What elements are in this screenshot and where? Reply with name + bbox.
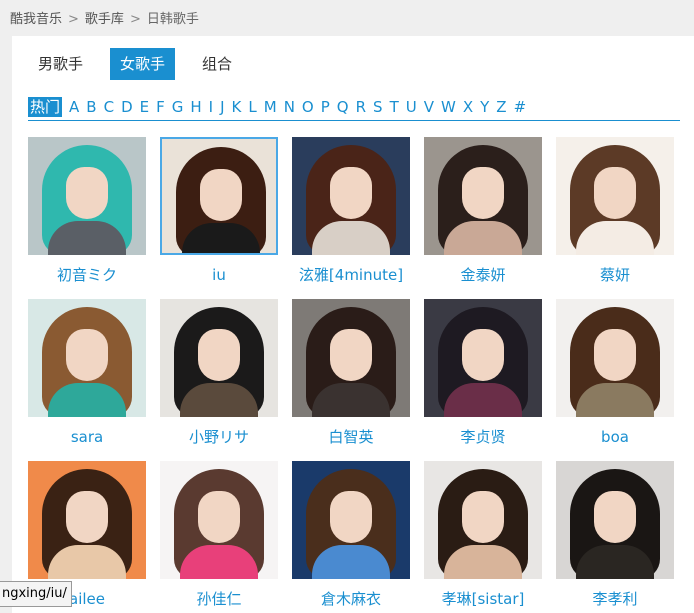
artist-card: 孝琳[sistar] bbox=[424, 461, 542, 609]
breadcrumb-link-home[interactable]: 酷我音乐 bbox=[10, 12, 62, 27]
artist-card: 蔡妍 bbox=[556, 137, 674, 285]
artist-card: 孙佳仁 bbox=[160, 461, 278, 609]
artist-photo[interactable] bbox=[292, 299, 410, 417]
alpha-filter-i[interactable]: I bbox=[209, 97, 213, 117]
artist-card: boa bbox=[556, 299, 674, 447]
alpha-filter-d[interactable]: D bbox=[121, 97, 133, 117]
alpha-filter-h[interactable]: H bbox=[190, 97, 201, 117]
artist-card: 李贞贤 bbox=[424, 299, 542, 447]
artist-photo[interactable] bbox=[160, 299, 278, 417]
artist-photo[interactable] bbox=[556, 461, 674, 579]
alphabet-filter: 热门 A B C D E F G H I J K L M N O P Q R S T U V W X Y Z # bbox=[28, 94, 680, 121]
alpha-filter-t[interactable]: T bbox=[390, 97, 399, 117]
alpha-filter-k[interactable]: K bbox=[232, 97, 242, 117]
artist-card: 初音ミク bbox=[28, 137, 146, 285]
artist-photo[interactable] bbox=[28, 461, 146, 579]
alpha-filter-r[interactable]: R bbox=[356, 97, 366, 117]
alpha-filter-y[interactable]: Y bbox=[480, 97, 489, 117]
alpha-filter-c[interactable]: C bbox=[104, 97, 114, 117]
artist-name-link[interactable]: 孙佳仁 bbox=[160, 589, 278, 609]
artist-name-link[interactable]: 蔡妍 bbox=[556, 265, 674, 285]
tab-female[interactable]: 女歌手 bbox=[110, 48, 176, 80]
face-shape bbox=[66, 491, 108, 543]
breadcrumb-separator: > bbox=[68, 12, 79, 27]
face-shape bbox=[594, 167, 636, 219]
artist-name-link[interactable]: 李孝利 bbox=[556, 589, 674, 609]
alpha-filter-f[interactable]: F bbox=[156, 97, 165, 117]
singer-panel: 男歌手 女歌手 组合 热门 A B C D E F G H I J K L M N O P Q R S T U V W X Y Z #… bbox=[12, 36, 694, 613]
artist-name-link[interactable]: 白智英 bbox=[292, 427, 410, 447]
alpha-filter-g[interactable]: G bbox=[172, 97, 184, 117]
face-shape bbox=[330, 491, 372, 543]
alpha-filter-m[interactable]: M bbox=[264, 97, 277, 117]
artist-name-link[interactable]: 金泰妍 bbox=[424, 265, 542, 285]
breadcrumb-separator: > bbox=[129, 12, 141, 27]
artist-name-link[interactable]: 孝琳[sistar] bbox=[424, 589, 542, 609]
artist-photo[interactable] bbox=[556, 137, 674, 255]
artist-name-link[interactable]: 李贞贤 bbox=[424, 427, 542, 447]
alpha-filter-b[interactable]: B bbox=[86, 97, 96, 117]
alpha-filter-e[interactable]: E bbox=[140, 97, 149, 117]
alpha-filter-l[interactable]: L bbox=[248, 97, 256, 117]
alpha-filter-x[interactable]: X bbox=[463, 97, 473, 117]
alpha-filter-p[interactable]: P bbox=[321, 97, 330, 117]
breadcrumb: 酷我音乐 > 歌手库 > 日韩歌手 bbox=[10, 8, 199, 27]
artist-name-link[interactable]: iu bbox=[160, 265, 278, 285]
face-shape bbox=[198, 329, 240, 381]
artist-card: 小野リサ bbox=[160, 299, 278, 447]
face-shape bbox=[330, 167, 372, 219]
alpha-filter-q[interactable]: Q bbox=[337, 97, 349, 117]
artist-photo[interactable] bbox=[556, 299, 674, 417]
alpha-filter-j[interactable]: J bbox=[220, 97, 224, 117]
artist-photo[interactable] bbox=[28, 137, 146, 255]
artist-photo[interactable] bbox=[160, 461, 278, 579]
artist-name-link[interactable]: 初音ミク bbox=[28, 265, 146, 285]
alpha-filter-z[interactable]: Z bbox=[496, 97, 506, 117]
artist-card: 倉木麻衣 bbox=[292, 461, 410, 609]
face-shape bbox=[462, 329, 504, 381]
artist-photo[interactable] bbox=[28, 299, 146, 417]
artist-card: 李孝利 bbox=[556, 461, 674, 609]
artist-photo[interactable] bbox=[424, 299, 542, 417]
tab-male[interactable]: 男歌手 bbox=[28, 48, 93, 80]
alpha-filter-u[interactable]: U bbox=[406, 97, 417, 117]
breadcrumb-link-singers[interactable]: 歌手库 bbox=[85, 12, 124, 27]
artist-name-link[interactable]: 泫雅[4minute] bbox=[292, 265, 410, 285]
face-shape bbox=[200, 169, 242, 221]
face-shape bbox=[66, 329, 108, 381]
gender-tabs: 男歌手 女歌手 组合 bbox=[28, 48, 259, 80]
artist-card: 白智英 bbox=[292, 299, 410, 447]
alpha-filter-hash[interactable]: # bbox=[514, 97, 527, 117]
artist-card: 泫雅[4minute] bbox=[292, 137, 410, 285]
breadcrumb-current: 日韩歌手 bbox=[146, 12, 199, 27]
tab-group[interactable]: 组合 bbox=[192, 48, 242, 80]
artist-name-link[interactable]: 倉木麻衣 bbox=[292, 589, 410, 609]
artist-name-link[interactable]: 小野リサ bbox=[160, 427, 278, 447]
artist-photo[interactable] bbox=[292, 461, 410, 579]
artist-card: iu bbox=[160, 137, 278, 285]
alpha-filter-o[interactable]: O bbox=[302, 97, 314, 117]
alpha-filter-hot[interactable]: 热门 bbox=[28, 97, 63, 117]
face-shape bbox=[198, 491, 240, 543]
alpha-filter-n[interactable]: N bbox=[284, 97, 295, 117]
face-shape bbox=[330, 329, 372, 381]
artist-name-link[interactable]: boa bbox=[556, 427, 674, 447]
artist-photo[interactable] bbox=[292, 137, 410, 255]
face-shape bbox=[462, 167, 504, 219]
face-shape bbox=[462, 491, 504, 543]
alpha-filter-s[interactable]: S bbox=[373, 97, 383, 117]
face-shape bbox=[594, 491, 636, 543]
face-shape bbox=[66, 167, 108, 219]
artist-card: sara bbox=[28, 299, 146, 447]
artist-photo[interactable] bbox=[424, 461, 542, 579]
artist-photo[interactable] bbox=[424, 137, 542, 255]
artist-card: 金泰妍 bbox=[424, 137, 542, 285]
alpha-filter-a[interactable]: A bbox=[69, 97, 79, 117]
alpha-filter-w[interactable]: W bbox=[441, 97, 456, 117]
face-shape bbox=[594, 329, 636, 381]
status-url-tooltip: ngxing/iu/ bbox=[0, 581, 72, 607]
alpha-filter-v[interactable]: V bbox=[424, 97, 434, 117]
artist-name-link[interactable]: sara bbox=[28, 427, 146, 447]
artist-photo[interactable] bbox=[160, 137, 278, 255]
